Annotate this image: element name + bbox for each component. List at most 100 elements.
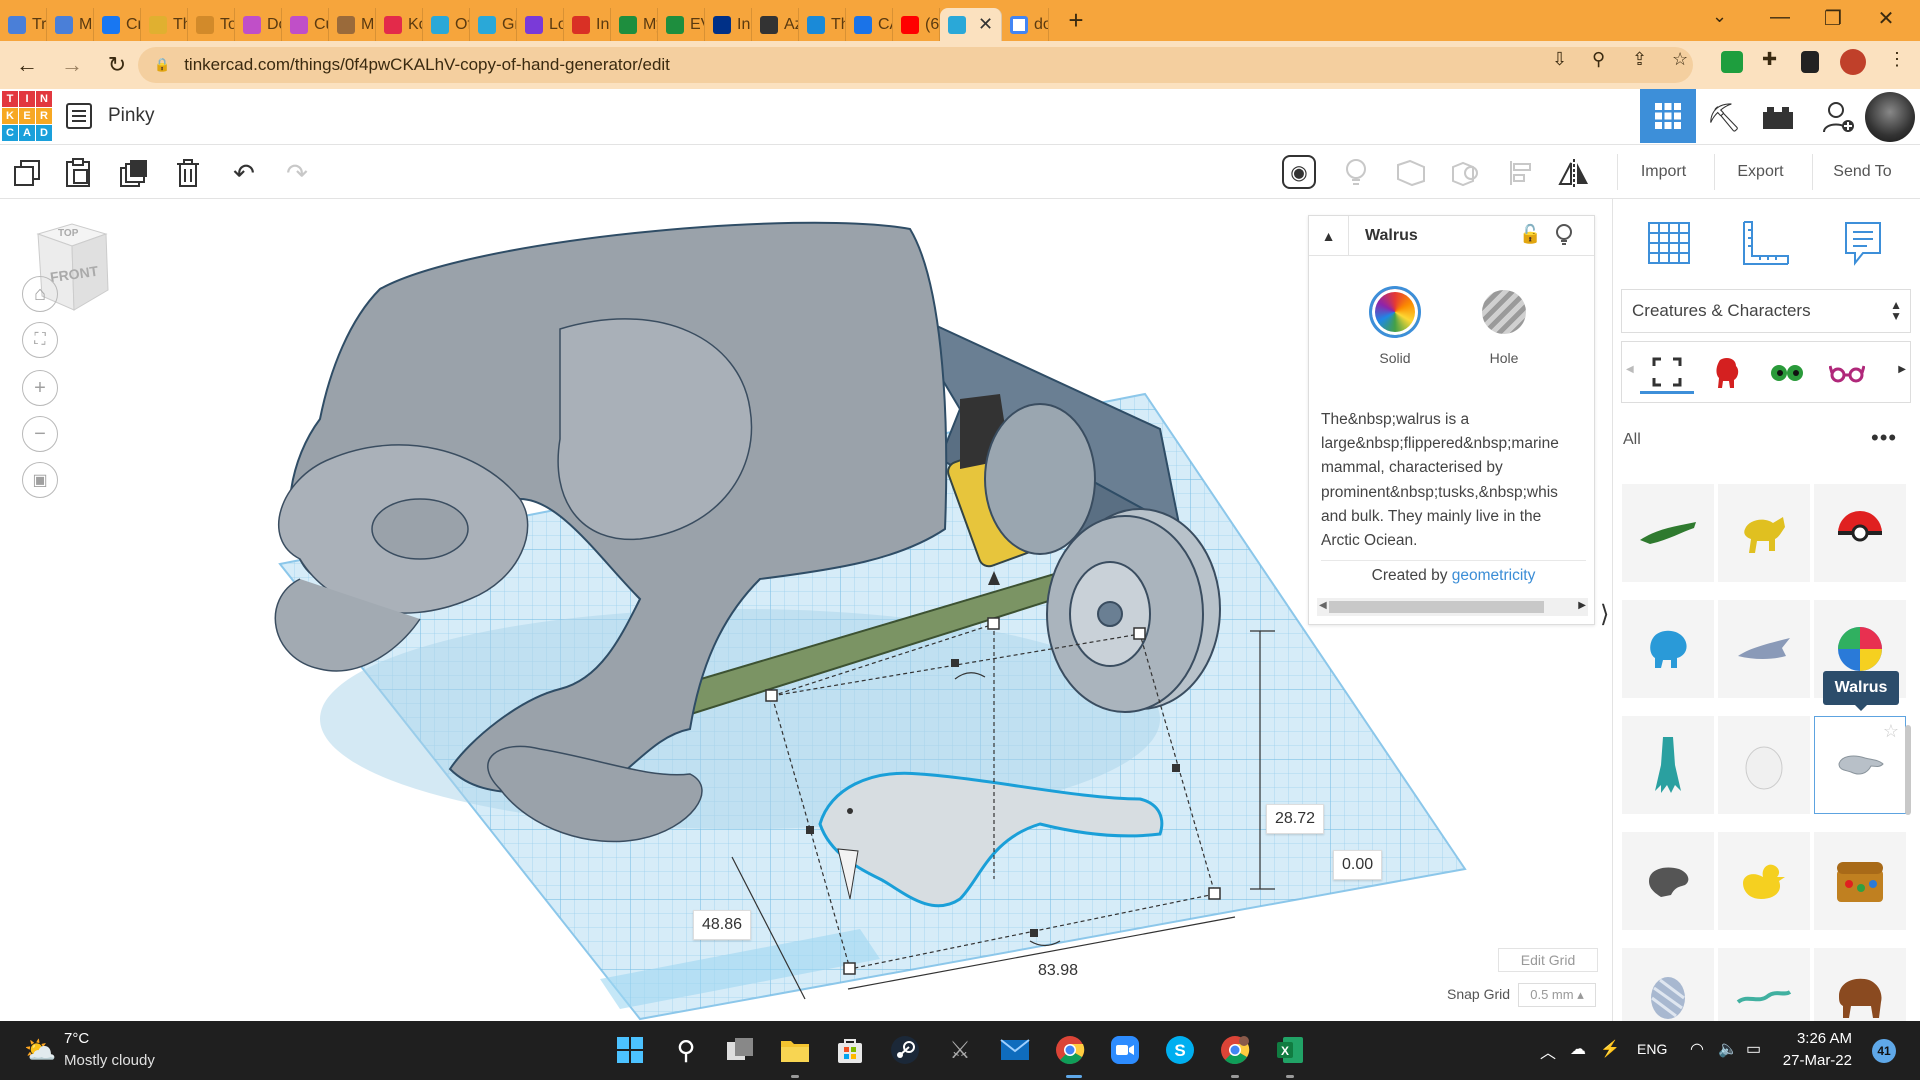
- ruler-tool-icon[interactable]: [1735, 215, 1795, 271]
- browser-tab[interactable]: Gra: [470, 8, 517, 41]
- user-avatar[interactable]: [1865, 92, 1915, 142]
- game-app-icon[interactable]: ⚔: [942, 1032, 978, 1068]
- browser-tab[interactable]: The: [141, 8, 188, 41]
- task-view-icon[interactable]: [722, 1032, 758, 1068]
- browser-tab[interactable]: Inic: [705, 8, 752, 41]
- clock-date[interactable]: 27-Mar-22: [1778, 1052, 1852, 1069]
- browser-tab[interactable]: Tra: [0, 8, 47, 41]
- weather-condition[interactable]: Mostly cloudy: [64, 1052, 155, 1069]
- ungroup-icon[interactable]: [1448, 155, 1484, 191]
- show-notes-icon[interactable]: ◉: [1282, 155, 1316, 189]
- weather-cloudy-icon[interactable]: ⛅: [24, 1035, 56, 1066]
- shape-tile-striped-egg[interactable]: [1622, 948, 1714, 1021]
- creator-link[interactable]: geometricity: [1452, 567, 1536, 584]
- minimize-icon[interactable]: —: [1760, 6, 1800, 29]
- shape-tile-walrus[interactable]: ☆: [1814, 716, 1906, 814]
- extensions-puzzle-icon[interactable]: ✚: [1762, 49, 1777, 70]
- forward-icon[interactable]: →: [54, 52, 90, 78]
- export-button[interactable]: Export: [1714, 154, 1806, 190]
- zoom-in-icon[interactable]: +: [22, 370, 58, 406]
- send-to-button[interactable]: Send To: [1812, 154, 1912, 190]
- paste-icon[interactable]: [60, 155, 96, 191]
- tray-chevron-icon[interactable]: ︿: [1540, 1039, 1556, 1063]
- install-icon[interactable]: ⇩: [1552, 49, 1567, 70]
- height-dimension-input[interactable]: 28.72: [1266, 804, 1325, 834]
- light-bulb-icon[interactable]: [1338, 155, 1374, 191]
- tab-all-shapes[interactable]: [1640, 352, 1694, 394]
- shape-tile-duck[interactable]: [1718, 832, 1810, 930]
- snap-grid-select[interactable]: 0.5 mm ▴: [1518, 983, 1596, 1007]
- shape-tile-dog[interactable]: [1718, 484, 1810, 582]
- shape-tile-alligator[interactable]: [1622, 484, 1714, 582]
- unlock-icon[interactable]: 🔓: [1519, 224, 1541, 245]
- chrome-icon[interactable]: [1052, 1032, 1088, 1068]
- browser-tab[interactable]: Ma: [47, 8, 94, 41]
- zoom-app-icon[interactable]: [1107, 1032, 1143, 1068]
- shape-tile-squid[interactable]: [1622, 716, 1714, 814]
- shape-tile-helmet[interactable]: [1622, 832, 1714, 930]
- bricks-icon[interactable]: [1758, 99, 1798, 135]
- mail-icon[interactable]: [997, 1032, 1033, 1068]
- fit-view-icon[interactable]: ⛶: [22, 322, 58, 358]
- file-explorer-icon[interactable]: [777, 1032, 813, 1068]
- tinkercad-logo[interactable]: TIN KER CAD: [2, 91, 52, 141]
- tray-app-icon[interactable]: ⚡: [1600, 1039, 1620, 1059]
- scroll-thumb[interactable]: [1329, 601, 1544, 613]
- browser-tab[interactable]: Cul: [282, 8, 329, 41]
- scroll-right-icon[interactable]: ▶: [1578, 600, 1586, 611]
- duplicate-icon[interactable]: [116, 155, 152, 191]
- mirror-icon[interactable]: [1556, 155, 1592, 191]
- clock-time[interactable]: 3:26 AM: [1788, 1030, 1852, 1047]
- tab-glasses[interactable]: [1820, 352, 1874, 394]
- browser-tab[interactable]: Inb: [564, 8, 611, 41]
- language-indicator[interactable]: ENG: [1637, 1041, 1667, 1057]
- volume-icon[interactable]: 🔈: [1718, 1039, 1738, 1059]
- group-icon[interactable]: [1393, 155, 1429, 191]
- notification-badge[interactable]: 41: [1872, 1039, 1896, 1063]
- reload-icon[interactable]: ↻: [99, 52, 135, 78]
- browser-tab[interactable]: (60: [893, 8, 940, 41]
- browser-tab[interactable]: Toy: [188, 8, 235, 41]
- browser-tab[interactable]: Cra: [94, 8, 141, 41]
- skype-icon[interactable]: S: [1162, 1032, 1198, 1068]
- search-icon[interactable]: ⚲: [668, 1032, 704, 1068]
- active-browser-tab[interactable]: ✕: [940, 8, 1002, 41]
- inspector-scrollbar[interactable]: ◀ ▶: [1317, 598, 1588, 616]
- design-name[interactable]: Pinky: [108, 105, 154, 127]
- copy-icon[interactable]: [9, 155, 45, 191]
- shape-tile-egg[interactable]: [1718, 716, 1810, 814]
- home-view-icon[interactable]: ⌂: [22, 276, 58, 312]
- zoom-icon[interactable]: ⚲: [1592, 49, 1605, 70]
- chrome-profile-icon[interactable]: [1217, 1032, 1253, 1068]
- restore-icon[interactable]: ❐: [1813, 6, 1853, 31]
- shape-tile-pokeball[interactable]: [1814, 484, 1906, 582]
- undo-icon[interactable]: ↶: [226, 155, 262, 191]
- solid-color-button[interactable]: [1369, 286, 1421, 338]
- close-window-icon[interactable]: ✕: [1866, 6, 1906, 31]
- wifi-icon[interactable]: ◠: [1690, 1039, 1704, 1059]
- visibility-bulb-icon[interactable]: [1555, 224, 1573, 251]
- blocks-pickaxe-icon[interactable]: ⛏: [1704, 99, 1744, 135]
- design-list-icon[interactable]: [66, 103, 92, 129]
- 3d-view-button[interactable]: [1640, 89, 1696, 143]
- shape-tile-elephant[interactable]: [1622, 600, 1714, 698]
- browser-tab[interactable]: My: [611, 8, 658, 41]
- new-tab-icon[interactable]: +: [1061, 5, 1091, 36]
- hole-button[interactable]: [1482, 290, 1526, 334]
- length-dimension-input[interactable]: 83.98: [1030, 957, 1086, 985]
- steam-icon[interactable]: [887, 1032, 923, 1068]
- browser-tab[interactable]: M.C: [329, 8, 376, 41]
- shapes-scrollbar[interactable]: [1905, 725, 1911, 815]
- favorite-star-icon[interactable]: ☆: [1883, 721, 1899, 742]
- browser-tab[interactable]: Az: [752, 8, 799, 41]
- shape-tile-treasure-chest[interactable]: [1814, 832, 1906, 930]
- excel-icon[interactable]: X: [1272, 1032, 1308, 1068]
- zoom-out-icon[interactable]: −: [22, 416, 58, 452]
- shape-tile-shark[interactable]: [1718, 600, 1810, 698]
- shape-category-select[interactable]: Creatures & Characters ▲ ▼: [1621, 289, 1911, 333]
- tab-search-icon[interactable]: ⌄: [1712, 6, 1727, 27]
- browser-tab[interactable]: doc: [1002, 8, 1049, 41]
- start-icon[interactable]: [612, 1032, 648, 1068]
- shape-tile-bison[interactable]: [1814, 948, 1906, 1021]
- profile-avatar[interactable]: [1840, 49, 1866, 75]
